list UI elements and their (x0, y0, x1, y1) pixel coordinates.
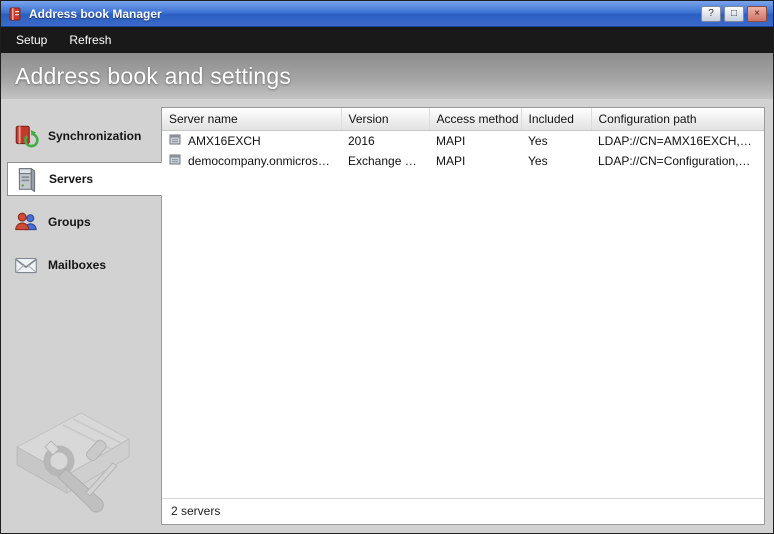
sidebar-item-synchronization[interactable]: Synchronization (7, 119, 161, 153)
groups-icon (13, 209, 39, 235)
app-window: Address book Manager ? □ × Setup Refresh… (0, 0, 774, 534)
main-panel: Server name Version Access method Includ… (161, 107, 765, 525)
cell-included: Yes (528, 153, 548, 168)
servers-icon (14, 166, 40, 192)
window-controls: ? □ × (701, 5, 767, 22)
server-row-icon (169, 154, 183, 166)
sidebar-item-label: Synchronization (48, 129, 142, 143)
table-header-row: Server name Version Access method Includ… (162, 108, 764, 131)
column-header-configuration-path[interactable]: Configuration path (591, 108, 764, 131)
menu-refresh[interactable]: Refresh (58, 28, 122, 52)
sidebar-item-mailboxes[interactable]: Mailboxes (7, 248, 161, 282)
menu-bar: Setup Refresh (1, 27, 773, 53)
table-row[interactable]: democompany.onmicrosoft.com Exchange Onl… (162, 151, 764, 171)
page-title: Address book and settings (15, 62, 292, 89)
maximize-button[interactable]: □ (724, 5, 744, 22)
close-button[interactable]: × (747, 5, 767, 22)
column-header-access-method[interactable]: Access method (429, 108, 522, 131)
sidebar-item-groups[interactable]: Groups (7, 205, 161, 239)
watermark-tools-graphic (3, 377, 151, 525)
column-header-server-name[interactable]: Server name (162, 108, 342, 131)
sidebar-item-label: Groups (48, 215, 91, 229)
cell-server-name: AMX16EXCH (162, 131, 341, 151)
menu-setup[interactable]: Setup (5, 28, 58, 52)
cell-included: Yes (528, 133, 548, 148)
table-row[interactable]: AMX16EXCH 2016 MAPI Yes LDAP://CN=AMX16E… (162, 131, 764, 151)
cell-version: Exchange Online (348, 153, 429, 168)
cell-access-method: MAPI (436, 153, 466, 168)
window-title: Address book Manager (29, 6, 162, 21)
sidebar-item-label: Servers (49, 172, 94, 186)
cell-configuration-path: LDAP://CN=AMX16EXCH,CN... (598, 133, 764, 148)
title-bar[interactable]: Address book Manager ? □ × (1, 1, 773, 27)
servers-table-wrap: Server name Version Access method Includ… (162, 108, 764, 498)
servers-table: Server name Version Access method Includ… (162, 108, 764, 171)
column-header-included[interactable]: Included (521, 108, 592, 131)
status-text: 2 servers (171, 504, 221, 518)
banner: Address book and settings (1, 53, 773, 99)
app-icon (7, 6, 23, 22)
content-area: Synchronization Servers Groups Mailboxes… (1, 99, 773, 533)
sidebar-item-label: Mailboxes (48, 258, 107, 272)
column-header-version[interactable]: Version (341, 108, 430, 131)
mailboxes-icon (13, 252, 39, 278)
cell-version: 2016 (348, 133, 375, 148)
server-row-icon (169, 134, 183, 146)
sidebar-item-servers[interactable]: Servers (7, 162, 162, 196)
help-button[interactable]: ? (701, 5, 721, 22)
cell-access-method: MAPI (436, 133, 466, 148)
sidebar: Synchronization Servers Groups Mailboxes (1, 107, 162, 525)
cell-server-name: democompany.onmicrosoft.com (162, 151, 341, 171)
synchronization-icon (13, 123, 39, 149)
cell-configuration-path: LDAP://CN=Configuration,C... (598, 153, 758, 168)
status-bar: 2 servers (162, 498, 764, 524)
